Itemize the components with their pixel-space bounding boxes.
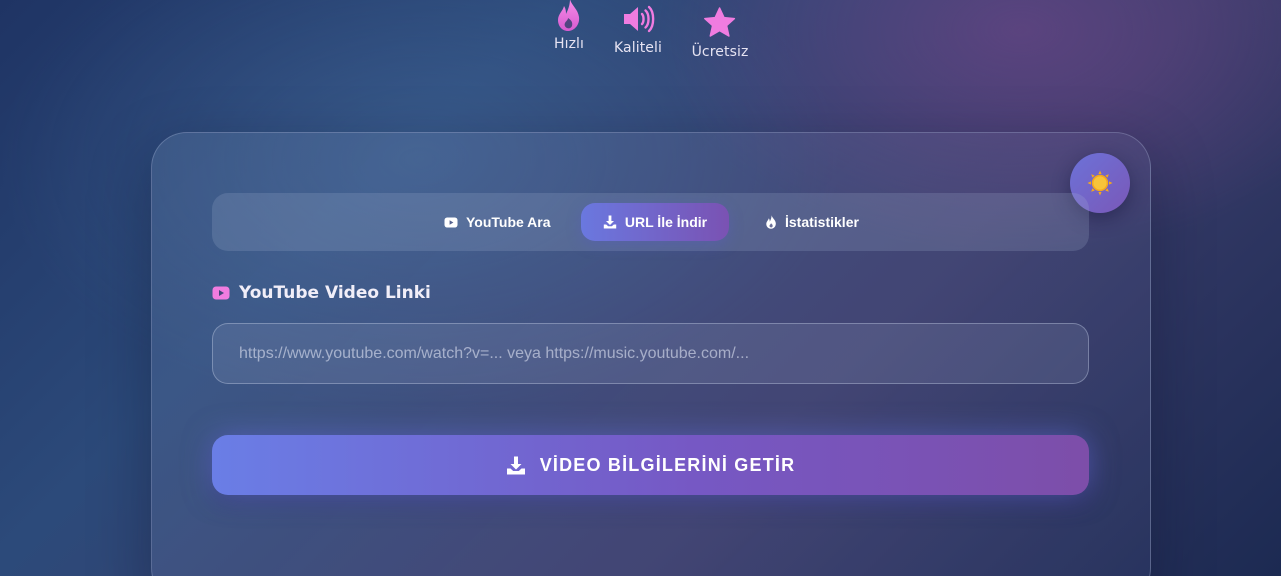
tab-label: URL İle İndir (624, 214, 708, 230)
tab-youtube-search[interactable]: YouTube Ara (444, 203, 551, 241)
feature-highlights: Hızlı Kaliteli Ücretsiz (0, 0, 1281, 80)
field-label-text: YouTube Video Linki (239, 283, 431, 303)
youtube-icon (444, 217, 458, 228)
url-field-label: YouTube Video Linki (212, 283, 431, 303)
download-icon (506, 456, 526, 475)
star-icon (703, 6, 737, 40)
youtube-icon (212, 286, 230, 300)
flame-icon (552, 0, 586, 32)
feature-label: Kaliteli (614, 40, 662, 56)
submit-label: VİDEO BİLGİLERİNİ GETİR (539, 454, 796, 475)
flame-icon (765, 215, 777, 229)
download-icon (603, 215, 617, 229)
feature-label: Hızlı (553, 36, 585, 52)
feature-label: Ücretsiz (691, 44, 749, 60)
get-video-info-button[interactable]: VİDEO BİLGİLERİNİ GETİR (212, 435, 1089, 495)
feature-fast: Hızlı (552, 0, 586, 52)
tab-statistics[interactable]: İstatistikler (765, 203, 859, 241)
tab-url-download[interactable]: URL İle İndir (581, 203, 729, 241)
tab-bar: YouTube Ara URL İle İndir İstatistikler (212, 193, 1089, 251)
feature-quality: Kaliteli (614, 2, 662, 56)
tab-label: İstatistikler (785, 214, 859, 230)
youtube-url-input[interactable] (212, 323, 1089, 384)
feature-free: Ücretsiz (692, 6, 749, 60)
sun-icon (1086, 169, 1114, 197)
speaker-icon (621, 2, 655, 36)
tab-label: YouTube Ara (466, 214, 551, 230)
